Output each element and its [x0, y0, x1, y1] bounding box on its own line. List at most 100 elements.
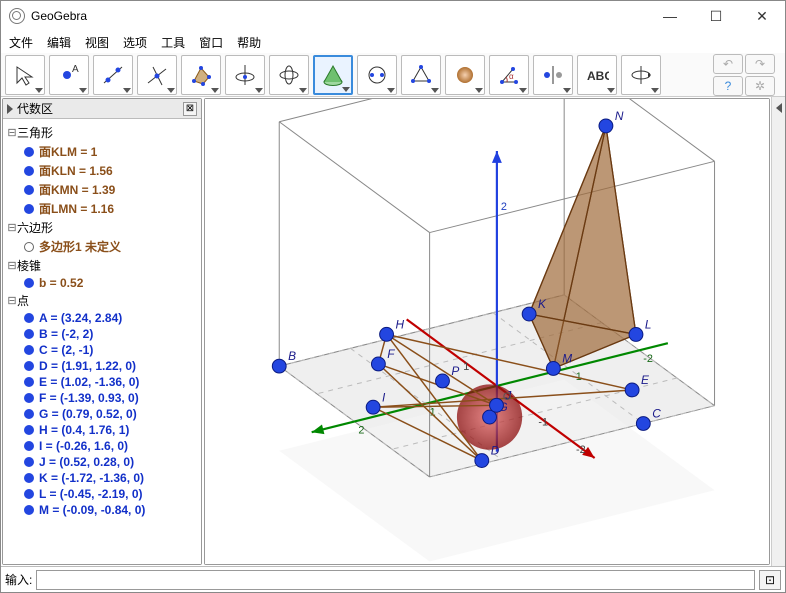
svg-text:-1: -1 [538, 416, 548, 428]
tree-item[interactable]: D = (1.91, 1.22, 0) [5, 358, 199, 374]
algebra-header[interactable]: 代数区 ⊠ [3, 99, 201, 119]
visibility-bullet-icon[interactable] [24, 393, 34, 403]
visibility-bullet-icon[interactable] [24, 242, 34, 252]
tree-item-label: J = (0.52, 0.28, 0) [39, 455, 134, 469]
tree-item[interactable]: b = 0.52 [5, 275, 199, 291]
menu-window[interactable]: 窗口 [193, 32, 229, 53]
tool-reflect[interactable] [533, 55, 573, 95]
svg-text:E: E [641, 373, 650, 387]
visibility-bullet-icon[interactable] [24, 457, 34, 467]
maximize-button[interactable]: ☐ [693, 1, 739, 31]
close-button[interactable]: ✕ [739, 1, 785, 31]
tree-item[interactable]: G = (0.79, 0.52, 0) [5, 406, 199, 422]
algebra-close-icon[interactable]: ⊠ [183, 102, 197, 116]
tree-item[interactable]: 面KLN = 1.56 [5, 161, 199, 180]
svg-text:M: M [562, 352, 572, 366]
tool-line[interactable] [93, 55, 133, 95]
minimize-button[interactable]: — [647, 1, 693, 31]
help-button[interactable]: ? [713, 76, 743, 96]
redo-button[interactable]: ↷ [745, 54, 775, 74]
svg-text:1: 1 [463, 361, 469, 373]
menu-edit[interactable]: 编辑 [41, 32, 77, 53]
tree-item[interactable]: B = (-2, 2) [5, 326, 199, 342]
visibility-bullet-icon[interactable] [24, 278, 34, 288]
tool-cone[interactable] [313, 55, 353, 95]
visibility-bullet-icon[interactable] [24, 377, 34, 387]
right-sidebar-collapsed[interactable] [771, 97, 785, 566]
tree-category[interactable]: ⊟三角形 [5, 123, 199, 142]
visibility-bullet-icon[interactable] [24, 313, 34, 323]
tool-polygon[interactable] [181, 55, 221, 95]
tool-perpendicular[interactable] [137, 55, 177, 95]
tree-item[interactable]: K = (-1.72, -1.36, 0) [5, 470, 199, 486]
visibility-bullet-icon[interactable] [24, 147, 34, 157]
view3d-canvas[interactable]: -1-2112-1-22BCDEFGHIJKLMNPO [205, 99, 769, 564]
tree-item[interactable]: J = (0.52, 0.28, 0) [5, 454, 199, 470]
tree-item-label: F = (-1.39, 0.93, 0) [39, 391, 139, 405]
view3d-panel: 3D 绘图区 ⊠ -1-2112-1-22BCDEFGHIJKLMNPO [204, 98, 770, 565]
svg-text:A: A [72, 64, 79, 75]
tool-circle-axis[interactable] [225, 55, 265, 95]
tool-sphere[interactable] [357, 55, 397, 95]
svg-text:P: P [451, 364, 459, 378]
visibility-bullet-icon[interactable] [24, 204, 34, 214]
tree-category[interactable]: ⊟棱锥 [5, 256, 199, 275]
tool-text[interactable]: ABC [577, 55, 617, 95]
menu-file[interactable]: 文件 [3, 32, 39, 53]
tree-item-label: 面KLN = 1.56 [39, 162, 113, 179]
visibility-bullet-icon[interactable] [24, 425, 34, 435]
menubar: 文件 编辑 视图 选项 工具 窗口 帮助 [1, 31, 785, 53]
titlebar: GeoGebra — ☐ ✕ [1, 1, 785, 31]
symbol-picker-button[interactable]: ⊡ [759, 570, 781, 590]
tree-item[interactable]: 面LMN = 1.16 [5, 199, 199, 218]
visibility-bullet-icon[interactable] [24, 441, 34, 451]
command-input[interactable] [36, 570, 755, 590]
tool-point[interactable]: A [49, 55, 89, 95]
menu-tools[interactable]: 工具 [155, 32, 191, 53]
tool-plane-3points[interactable] [401, 55, 441, 95]
tree-item-label: M = (-0.09, -0.84, 0) [39, 503, 145, 517]
input-label: 输入: [5, 571, 32, 588]
visibility-bullet-icon[interactable] [24, 409, 34, 419]
menu-options[interactable]: 选项 [117, 32, 153, 53]
tree-item[interactable]: M = (-0.09, -0.84, 0) [5, 502, 199, 518]
tree-item[interactable]: L = (-0.45, -2.19, 0) [5, 486, 199, 502]
visibility-bullet-icon[interactable] [24, 505, 34, 515]
svg-text:2: 2 [501, 201, 507, 213]
visibility-bullet-icon[interactable] [24, 185, 34, 195]
tree-category[interactable]: ⊟六边形 [5, 218, 199, 237]
menu-view[interactable]: 视图 [79, 32, 115, 53]
tree-item-label: H = (0.4, 1.76, 1) [39, 423, 129, 437]
tree-item[interactable]: 面KMN = 1.39 [5, 180, 199, 199]
visibility-bullet-icon[interactable] [24, 489, 34, 499]
tree-item[interactable]: F = (-1.39, 0.93, 0) [5, 390, 199, 406]
window-title: GeoGebra [31, 9, 647, 23]
tree-item[interactable]: 面KLM = 1 [5, 142, 199, 161]
tool-rotate-view[interactable] [621, 55, 661, 95]
tree-category[interactable]: ⊟点 [5, 291, 199, 310]
algebra-panel: 代数区 ⊠ ⊟三角形面KLM = 1面KLN = 1.56面KMN = 1.39… [2, 98, 202, 565]
tree-item[interactable]: A = (3.24, 2.84) [5, 310, 199, 326]
visibility-bullet-icon[interactable] [24, 166, 34, 176]
tree-item[interactable]: H = (0.4, 1.76, 1) [5, 422, 199, 438]
visibility-bullet-icon[interactable] [24, 361, 34, 371]
tool-intersect-curves[interactable] [269, 55, 309, 95]
tool-angle[interactable]: α [489, 55, 529, 95]
tool-sphere-shaded[interactable] [445, 55, 485, 95]
tree-item[interactable]: C = (2, -1) [5, 342, 199, 358]
tree-item[interactable]: 多边形1 未定义 [5, 237, 199, 256]
algebra-tree[interactable]: ⊟三角形面KLM = 1面KLN = 1.56面KMN = 1.39面LMN =… [3, 119, 201, 564]
undo-button[interactable]: ↶ [713, 54, 743, 74]
menu-help[interactable]: 帮助 [231, 32, 267, 53]
algebra-title: 代数区 [17, 100, 53, 117]
tree-item-label: K = (-1.72, -1.36, 0) [39, 471, 144, 485]
visibility-bullet-icon[interactable] [24, 329, 34, 339]
settings-button[interactable]: ✲ [745, 76, 775, 96]
svg-text:α: α [509, 72, 514, 81]
tool-move[interactable] [5, 55, 45, 95]
visibility-bullet-icon[interactable] [24, 345, 34, 355]
tree-item[interactable]: E = (1.02, -1.36, 0) [5, 374, 199, 390]
tree-item[interactable]: I = (-0.26, 1.6, 0) [5, 438, 199, 454]
chevron-left-icon [776, 103, 782, 113]
visibility-bullet-icon[interactable] [24, 473, 34, 483]
